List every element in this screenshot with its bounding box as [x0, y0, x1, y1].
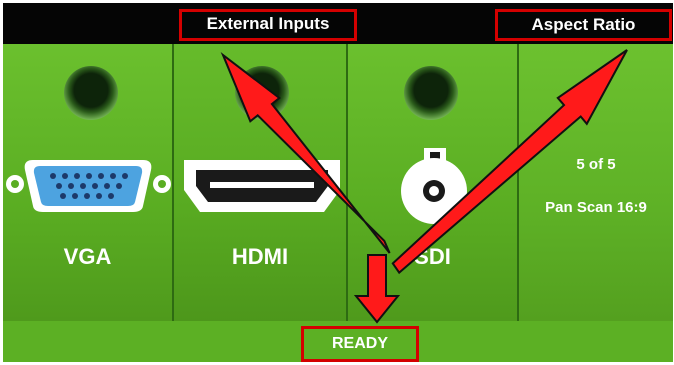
input-panel-hdmi[interactable]: HDMI — [174, 44, 348, 321]
top-bar: External Inputs Aspect Ratio — [3, 3, 673, 44]
screen: External Inputs Aspect Ratio VGA HDMI SD… — [0, 0, 674, 365]
input-panel-vga[interactable]: VGA — [3, 44, 174, 321]
input-panel-sdi[interactable]: SDI — [348, 44, 519, 321]
hdmi-label: HDMI — [231, 244, 289, 269]
ready-status-badge: READY — [301, 326, 419, 362]
sdi-label: SDI — [414, 244, 451, 269]
ready-status-label: READY — [331, 335, 388, 352]
aspect-ratio-panel[interactable]: 5 of 5 Pan Scan 16:9 — [519, 44, 673, 321]
sdi-status-lamp-icon — [404, 66, 458, 120]
aspect-position: 5 of 5 — [576, 156, 616, 173]
status-bar: READY — [3, 321, 673, 362]
hdmi-connector-icon — [184, 160, 340, 212]
aspect-ratio-label: Aspect Ratio — [531, 15, 636, 34]
sdi-connector-icon — [401, 148, 467, 224]
external-inputs-header[interactable]: External Inputs — [179, 9, 357, 41]
hdmi-status-lamp-icon — [235, 66, 289, 120]
aspect-ratio-header[interactable]: Aspect Ratio — [495, 9, 672, 41]
external-inputs-label: External Inputs — [206, 14, 330, 33]
vga-status-lamp-icon — [64, 66, 118, 120]
vga-label: VGA — [63, 244, 112, 269]
input-panels: VGA HDMI SDI 5 of 5 Pan Scan 16:9 — [3, 44, 673, 321]
vga-connector-icon — [6, 160, 171, 212]
aspect-mode: Pan Scan 16:9 — [545, 199, 647, 216]
